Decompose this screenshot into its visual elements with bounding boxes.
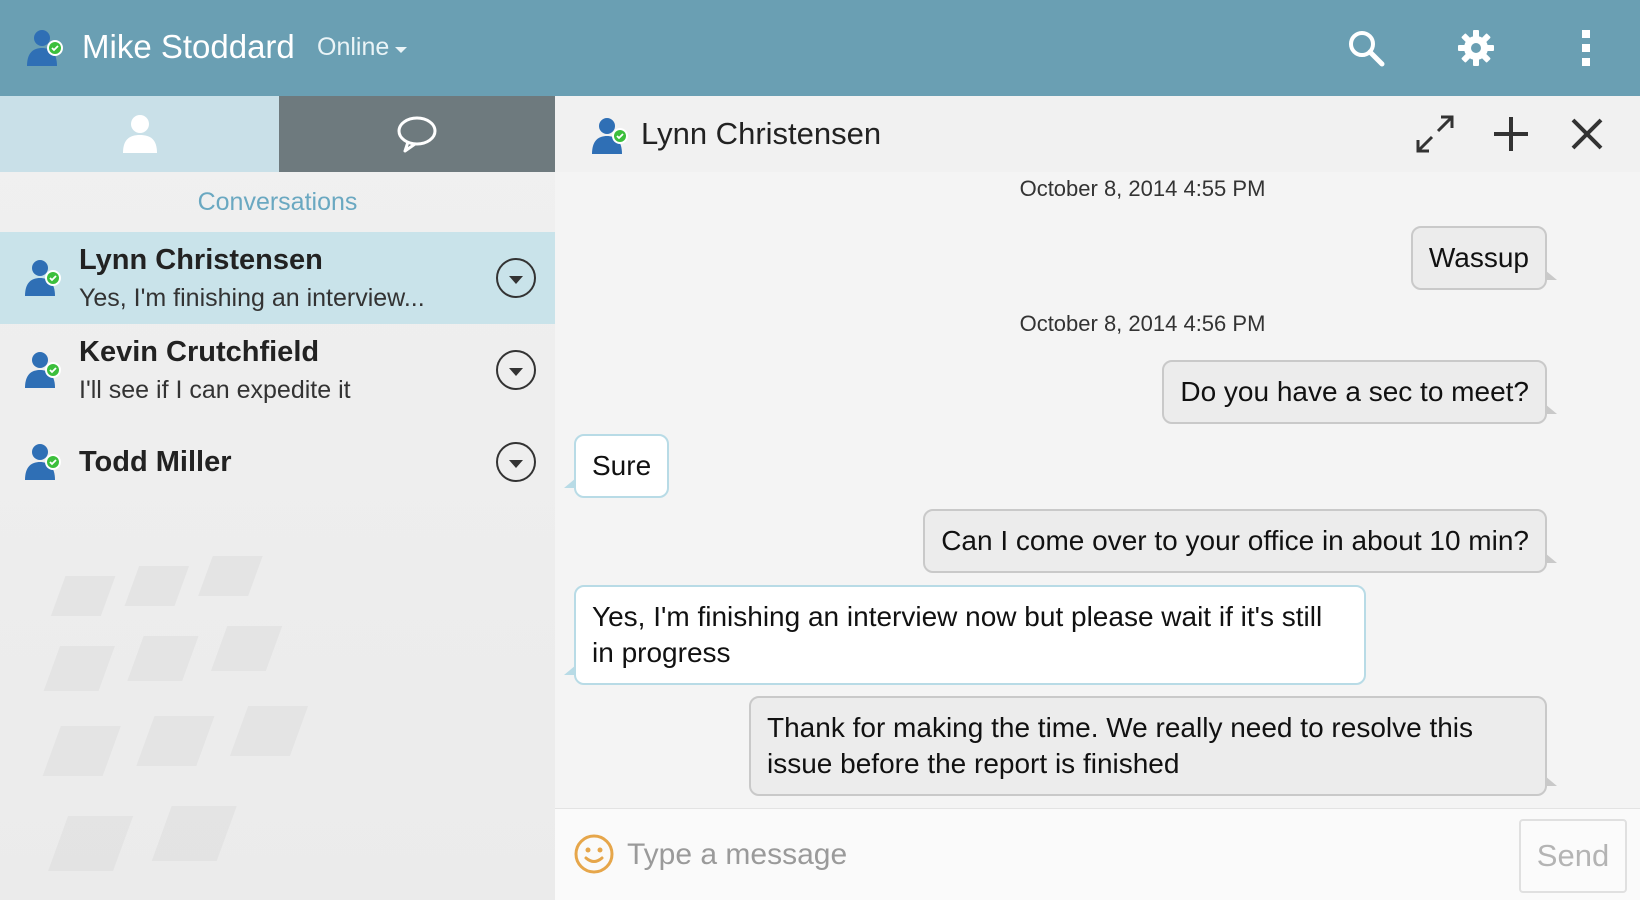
- smiley-icon: [574, 834, 614, 874]
- tab-contacts[interactable]: [0, 96, 279, 172]
- tab-conversations[interactable]: [279, 96, 555, 172]
- section-title: Conversations: [197, 188, 358, 216]
- chat-bubble-icon: [397, 116, 437, 153]
- conversation-menu-button[interactable]: [496, 258, 536, 298]
- conversation-preview: Yes, I'm finishing an interview...: [79, 284, 425, 312]
- message-composer: Send: [555, 808, 1640, 900]
- conversation-item[interactable]: Lynn Christensen Yes, I'm finishing an i…: [0, 232, 555, 324]
- chevron-down-icon: [509, 459, 523, 468]
- expand-icon: [1416, 115, 1454, 153]
- presence-person-icon: [22, 256, 66, 305]
- chevron-down-icon: [395, 46, 408, 53]
- presence-person-icon: [22, 348, 66, 397]
- add-icon: [1494, 117, 1528, 151]
- conversation-name: Lynn Christensen: [79, 244, 323, 276]
- search-button[interactable]: [1342, 24, 1390, 72]
- app-header: Mike Stoddard Online: [0, 0, 1640, 96]
- conversation-preview: I'll see if I can expedite it: [79, 376, 351, 404]
- conversation-name: Todd Miller: [79, 446, 232, 478]
- message-bubble-outgoing: Can I come over to your office in about …: [923, 509, 1557, 573]
- chat-title: Lynn Christensen: [641, 116, 882, 151]
- emoji-button[interactable]: [573, 833, 615, 880]
- chat-header: Lynn Christensen: [555, 96, 1640, 172]
- current-user-name: Mike Stoddard: [82, 28, 295, 65]
- message-bubble-outgoing: Wassup: [1410, 226, 1558, 290]
- chat-pane: Lynn Christensen October 8, 2014 4:55 PM…: [555, 96, 1640, 900]
- add-participant-button[interactable]: [1487, 110, 1535, 158]
- conversation-item[interactable]: Todd Miller: [0, 416, 555, 508]
- message-bubble-outgoing: Do you have a sec to meet?: [1162, 360, 1557, 424]
- message-bubble-incoming: Sure: [563, 434, 670, 498]
- conversation-name: Kevin Crutchfield: [79, 336, 320, 368]
- settings-button[interactable]: [1452, 24, 1500, 72]
- close-chat-button[interactable]: [1563, 110, 1611, 158]
- message-timestamp: October 8, 2014 4:56 PM: [1019, 311, 1266, 336]
- search-icon: [1349, 31, 1385, 67]
- chevron-down-icon: [509, 275, 523, 284]
- conversation-sidebar: Conversations Lynn Christensen Yes, I'm …: [0, 96, 555, 900]
- message-bubble-outgoing: Thank for making the time. We really nee…: [749, 696, 1557, 796]
- status-dropdown[interactable]: Online: [317, 33, 408, 62]
- conversation-menu-button[interactable]: [496, 350, 536, 390]
- presence-person-icon: [589, 114, 633, 163]
- expand-button[interactable]: [1411, 110, 1459, 158]
- presence-person-icon: [24, 26, 68, 75]
- background-pattern: [42, 556, 309, 871]
- overflow-menu-button[interactable]: [1562, 24, 1610, 72]
- conversation-item[interactable]: Kevin Crutchfield I'll see if I can expe…: [0, 324, 555, 416]
- gear-icon: [1458, 30, 1494, 66]
- chevron-down-icon: [509, 367, 523, 376]
- presence-person-icon: [22, 440, 66, 489]
- sidebar-tabs: [0, 96, 555, 172]
- send-button[interactable]: Send: [1519, 819, 1627, 893]
- message-bubble-incoming: Yes, I'm finishing an interview now but …: [564, 585, 1366, 685]
- message-timestamp: October 8, 2014 4:55 PM: [1019, 176, 1266, 201]
- status-label: Online: [317, 33, 390, 61]
- overflow-menu-icon: [1582, 30, 1590, 66]
- conversation-menu-button[interactable]: [496, 442, 536, 482]
- close-icon: [1571, 118, 1603, 150]
- message-input[interactable]: [627, 827, 1427, 883]
- person-icon: [122, 115, 157, 153]
